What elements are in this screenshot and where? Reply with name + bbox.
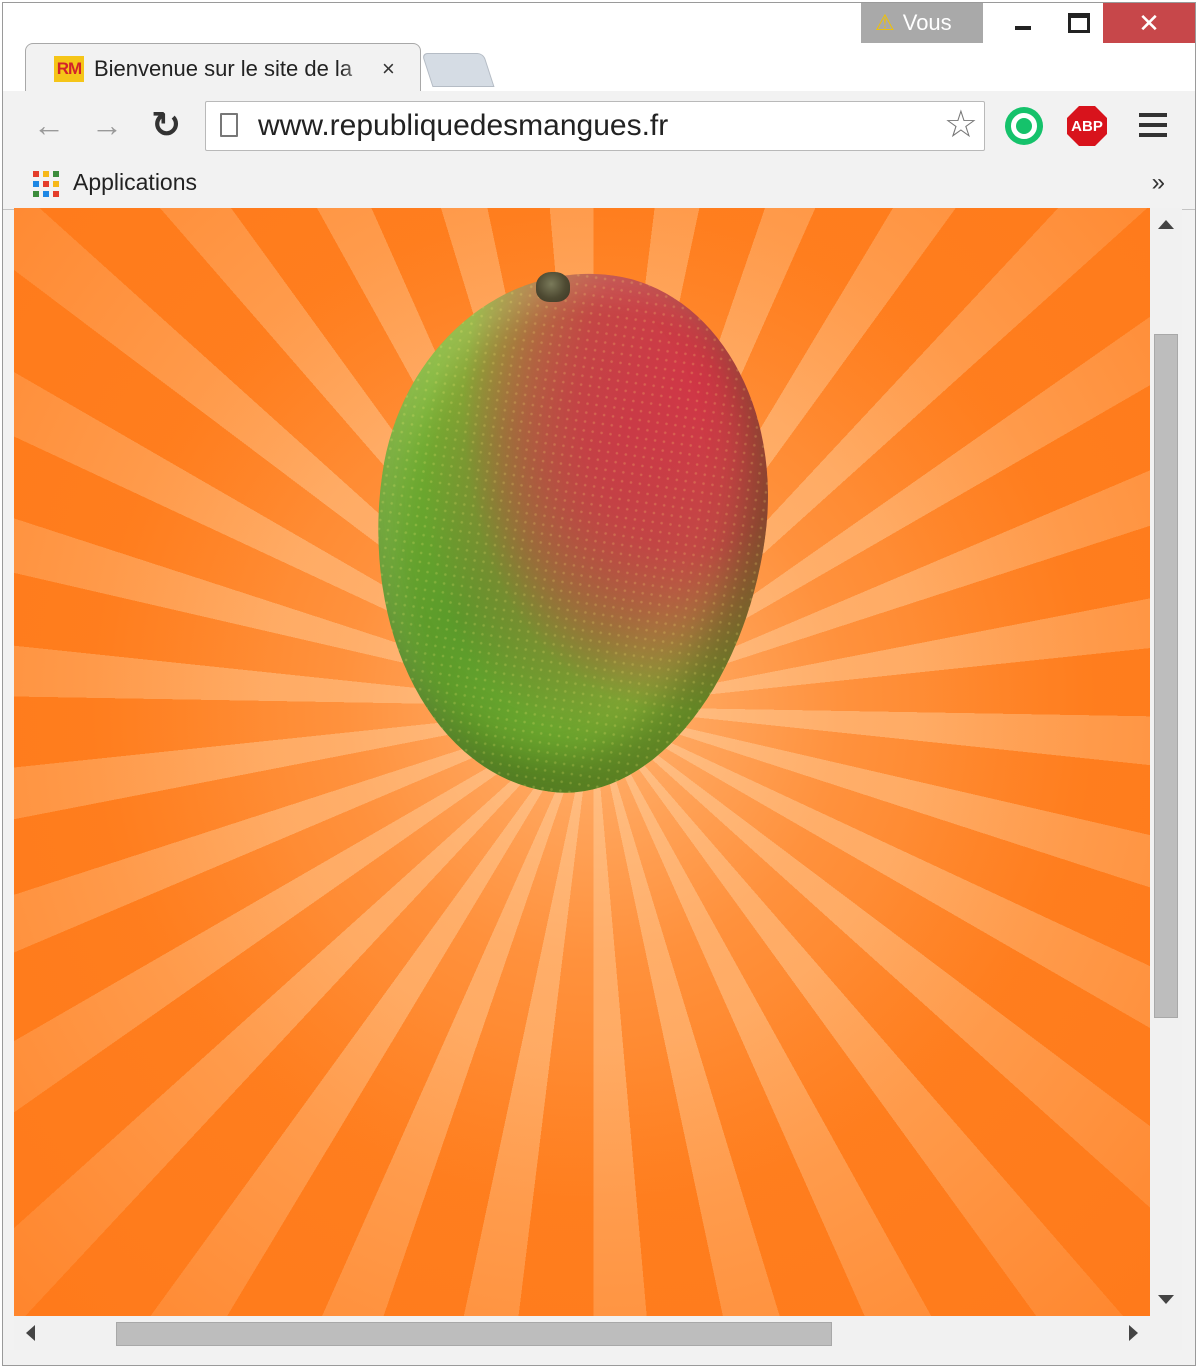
maximize-button[interactable] <box>1051 3 1107 43</box>
vertical-scroll-thumb[interactable] <box>1154 334 1178 1018</box>
minimize-button[interactable] <box>995 3 1051 43</box>
profile-label: Vous <box>902 10 952 35</box>
close-icon: ✕ <box>1138 7 1160 38</box>
profile-button[interactable]: ⚠ Vous <box>861 3 983 43</box>
horizontal-scroll-thumb[interactable] <box>116 1322 832 1346</box>
scroll-up-icon[interactable] <box>1158 220 1174 229</box>
new-tab-button[interactable] <box>421 53 495 87</box>
tab-close-icon[interactable]: × <box>382 54 395 84</box>
address-bar[interactable]: www.republiquedesmangues.fr ☆ <box>205 101 985 151</box>
scrollbar-corner <box>1150 1316 1182 1350</box>
title-bar: ⚠ Vous ✕ RM Bienvenue sur le site de la … <box>3 3 1195 93</box>
bookmarks-bar: Applications » <box>3 163 1195 210</box>
forward-arrow-icon[interactable]: → <box>91 105 123 145</box>
minimize-icon <box>1015 26 1031 30</box>
mango-stem <box>536 272 570 302</box>
adblock-plus-icon[interactable]: ABP <box>1067 106 1107 146</box>
scroll-down-icon[interactable] <box>1158 1295 1174 1304</box>
scroll-left-icon[interactable] <box>26 1325 35 1341</box>
url-text[interactable]: www.republiquedesmangues.fr <box>258 109 668 143</box>
close-window-button[interactable]: ✕ <box>1103 3 1195 43</box>
warning-icon: ⚠ <box>875 10 895 35</box>
ring-icon <box>1011 113 1037 139</box>
page-icon <box>220 113 238 137</box>
back-arrow-icon[interactable]: ← <box>33 105 65 145</box>
menu-hamburger-icon[interactable] <box>1139 113 1167 143</box>
tab-title: Bienvenue sur le site de la <box>94 56 353 81</box>
bookmark-star-icon[interactable]: ☆ <box>944 104 978 146</box>
reload-icon[interactable]: ↻ <box>151 105 181 145</box>
horizontal-scrollbar[interactable] <box>14 1316 1150 1350</box>
site-favicon: RM <box>54 56 84 82</box>
scroll-right-icon[interactable] <box>1129 1325 1138 1341</box>
bookmark-applications[interactable]: Applications <box>73 167 197 197</box>
tab-active[interactable]: RM Bienvenue sur le site de la × <box>25 43 421 93</box>
bookmarks-overflow-icon[interactable]: » <box>1152 169 1165 197</box>
apps-grid-icon[interactable] <box>33 171 59 197</box>
vertical-scrollbar[interactable] <box>1150 208 1182 1316</box>
maximize-icon <box>1068 13 1090 33</box>
extension-green-icon[interactable] <box>1005 107 1043 145</box>
toolbar: ← → ↻ www.republiquedesmangues.fr ☆ ABP <box>3 91 1195 163</box>
